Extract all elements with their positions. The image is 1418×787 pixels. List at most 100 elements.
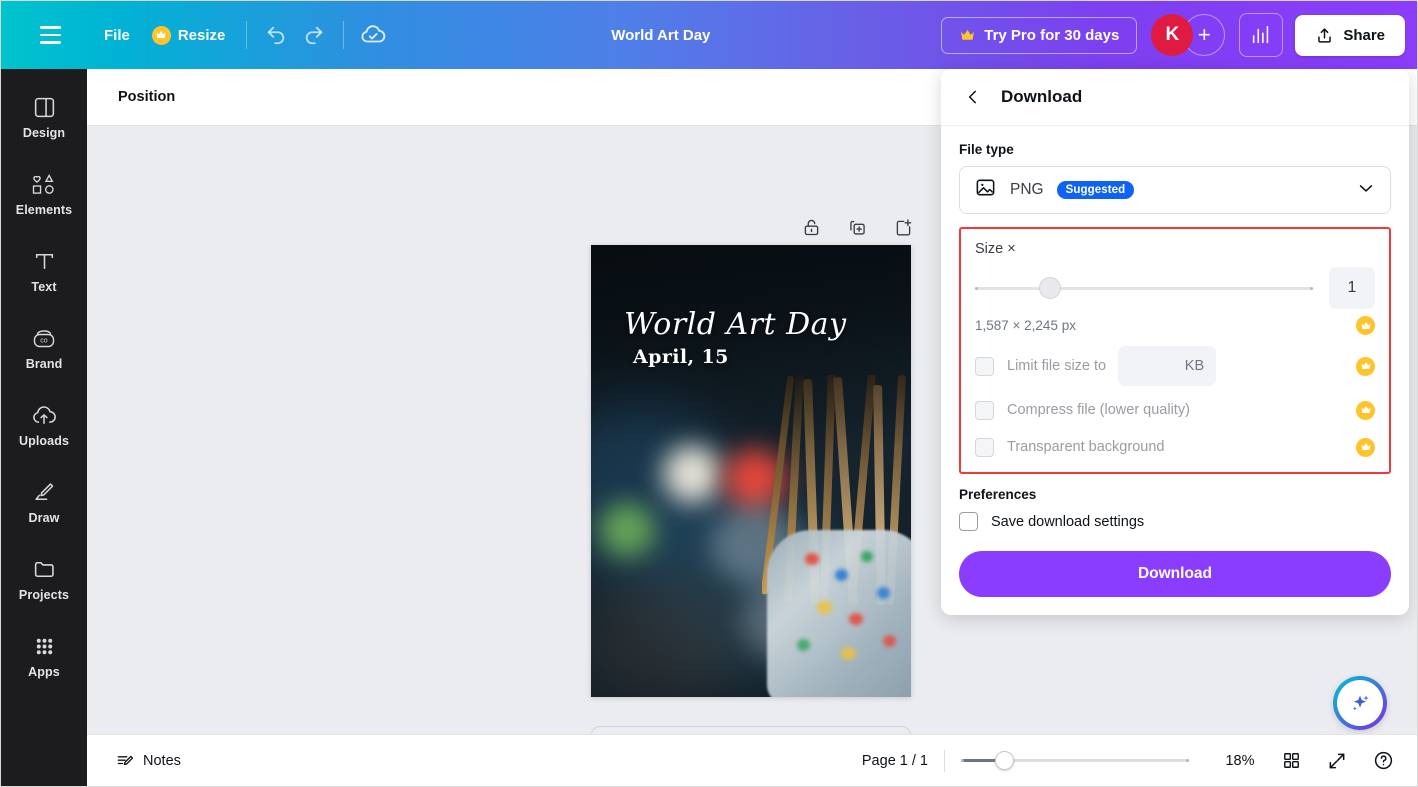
suggested-badge: Suggested bbox=[1057, 181, 1135, 199]
hamburger-icon[interactable] bbox=[33, 18, 67, 52]
avatar[interactable]: K bbox=[1151, 14, 1193, 56]
zoom-percent: 18% bbox=[1217, 753, 1263, 769]
sidebar-item-brand[interactable]: co Brand bbox=[8, 316, 80, 380]
cloud-check-icon[interactable] bbox=[354, 16, 392, 54]
grid-view-icon[interactable] bbox=[1273, 743, 1309, 779]
sidebar-item-label: Text bbox=[31, 280, 56, 294]
zoom-tick-max bbox=[1186, 759, 1189, 762]
status-divider bbox=[944, 750, 945, 772]
add-page-icon[interactable] bbox=[888, 212, 918, 242]
document-title[interactable]: World Art Day bbox=[599, 20, 722, 51]
upload-icon bbox=[1315, 26, 1334, 45]
option-label: Transparent background bbox=[1007, 439, 1164, 455]
limit-file-size-checkbox[interactable] bbox=[975, 357, 994, 376]
try-pro-button[interactable]: Try Pro for 30 days bbox=[941, 17, 1137, 54]
magic-button-inner bbox=[1337, 680, 1383, 726]
shapes-icon bbox=[31, 172, 58, 197]
transparent-background-checkbox[interactable] bbox=[975, 438, 994, 457]
try-pro-label: Try Pro for 30 days bbox=[984, 27, 1119, 44]
undo-icon[interactable] bbox=[257, 16, 295, 54]
file-menu-button[interactable]: File bbox=[93, 20, 141, 51]
option-transparent-background[interactable]: Transparent background bbox=[975, 434, 1375, 460]
svg-text:co: co bbox=[40, 338, 48, 345]
zoom-slider-knob[interactable] bbox=[995, 751, 1014, 770]
status-bar: Notes Page 1 / 1 18% bbox=[87, 734, 1418, 786]
share-button[interactable]: Share bbox=[1295, 15, 1405, 56]
cloud-upload-icon bbox=[31, 403, 57, 428]
size-row: 1 bbox=[975, 267, 1375, 309]
apps-grid-icon bbox=[32, 634, 57, 659]
size-pixels-text: 1,587 × 2,245 px bbox=[975, 318, 1076, 333]
notes-pencil-icon bbox=[115, 751, 135, 771]
size-slider-knob[interactable] bbox=[1039, 277, 1061, 299]
expand-icon[interactable] bbox=[1319, 743, 1355, 779]
download-panel-title: Download bbox=[1001, 87, 1082, 107]
option-limit-file-size[interactable]: Limit file size to KB bbox=[975, 346, 1375, 386]
lock-icon[interactable] bbox=[796, 212, 826, 242]
bar-chart-icon[interactable] bbox=[1239, 13, 1283, 57]
crown-icon bbox=[1356, 438, 1375, 457]
download-submit-button[interactable]: Download bbox=[959, 551, 1391, 597]
design-page[interactable]: World Art Day April, 15 bbox=[591, 245, 911, 697]
magic-sparkle-icon[interactable] bbox=[1333, 676, 1387, 730]
sidebar-item-label: Draw bbox=[29, 511, 60, 525]
sidebar-item-draw[interactable]: Draw bbox=[8, 470, 80, 534]
resize-label: Resize bbox=[178, 27, 226, 44]
resize-button[interactable]: Resize bbox=[141, 19, 237, 52]
page-indicator: Page 1 / 1 bbox=[862, 753, 928, 769]
save-download-settings-checkbox[interactable] bbox=[959, 512, 978, 531]
sidebar-item-label: Apps bbox=[28, 665, 60, 679]
size-value-input[interactable]: 1 bbox=[1329, 267, 1375, 309]
chevron-down-icon[interactable] bbox=[1356, 178, 1376, 203]
size-pixels-row: 1,587 × 2,245 px bbox=[975, 316, 1375, 335]
size-slider-track bbox=[975, 287, 1313, 290]
page-tools bbox=[796, 212, 918, 242]
file-type-label: File type bbox=[959, 142, 1391, 157]
download-panel-header: Download bbox=[941, 69, 1409, 126]
notes-button[interactable]: Notes bbox=[105, 744, 191, 778]
left-sidebar: Design Elements Text bbox=[1, 69, 87, 787]
design-date: April, 15 bbox=[633, 346, 729, 368]
share-label: Share bbox=[1343, 27, 1385, 44]
crown-icon bbox=[1356, 316, 1375, 335]
sidebar-item-text[interactable]: Text bbox=[8, 239, 80, 303]
option-label: Save download settings bbox=[991, 514, 1144, 530]
option-label: Compress file (lower quality) bbox=[1007, 402, 1190, 418]
file-type-select[interactable]: PNG Suggested bbox=[959, 166, 1391, 214]
sidebar-item-uploads[interactable]: Uploads bbox=[8, 393, 80, 457]
size-label: Size × bbox=[975, 241, 1375, 257]
sidebar-item-apps[interactable]: Apps bbox=[8, 624, 80, 688]
size-options-highlight: Size × 1 1,587 × 2,245 px bbox=[959, 227, 1391, 474]
notes-label: Notes bbox=[143, 753, 181, 769]
redo-icon[interactable] bbox=[295, 16, 333, 54]
file-size-kb-input[interactable]: KB bbox=[1118, 346, 1216, 386]
zoom-slider[interactable] bbox=[961, 752, 1189, 770]
toolbar-divider-2 bbox=[343, 21, 344, 49]
toolbar-divider-1 bbox=[246, 21, 247, 49]
duplicate-icon[interactable] bbox=[842, 212, 872, 242]
compress-file-checkbox[interactable] bbox=[975, 401, 994, 420]
design-panel-icon bbox=[32, 95, 57, 120]
file-type-value: PNG bbox=[1010, 181, 1044, 199]
brand-co-icon: co bbox=[31, 326, 57, 351]
collaborators-group: K + bbox=[1151, 14, 1225, 56]
option-save-download-settings[interactable]: Save download settings bbox=[959, 512, 1391, 531]
top-toolbar: File Resize World Art Day Try Pro for 3 bbox=[1, 1, 1418, 69]
sidebar-item-projects[interactable]: Projects bbox=[8, 547, 80, 611]
chevron-left-icon[interactable] bbox=[959, 83, 987, 111]
sidebar-item-label: Elements bbox=[16, 203, 72, 217]
sidebar-item-design[interactable]: Design bbox=[8, 85, 80, 149]
sidebar-item-elements[interactable]: Elements bbox=[8, 162, 80, 226]
pen-draw-icon bbox=[31, 480, 57, 505]
size-tick-max bbox=[1310, 287, 1313, 290]
zoom-tick-min bbox=[961, 759, 964, 762]
help-circle-icon[interactable] bbox=[1365, 743, 1401, 779]
option-compress-file[interactable]: Compress file (lower quality) bbox=[975, 397, 1375, 423]
sidebar-item-label: Brand bbox=[26, 357, 63, 371]
option-label: Limit file size to bbox=[1007, 358, 1106, 374]
size-tick-min bbox=[975, 287, 978, 290]
canva-editor-window: File Resize World Art Day Try Pro for 3 bbox=[0, 0, 1418, 787]
size-slider[interactable] bbox=[975, 277, 1313, 299]
folder-icon bbox=[32, 557, 57, 582]
position-button[interactable]: Position bbox=[107, 81, 186, 113]
